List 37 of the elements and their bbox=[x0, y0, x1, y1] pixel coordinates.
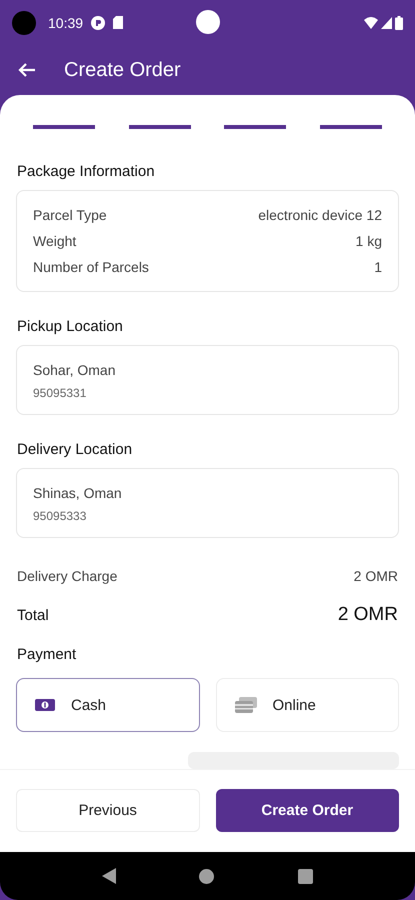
field-label: Weight bbox=[33, 233, 76, 249]
status-time: 10:39 bbox=[48, 14, 84, 30]
charge-label: Delivery Charge bbox=[17, 568, 118, 584]
banknote-icon bbox=[35, 698, 55, 712]
field-label: Number of Parcels bbox=[33, 259, 149, 275]
recents-nav-icon[interactable] bbox=[298, 868, 314, 884]
section-heading: Pickup Location bbox=[16, 318, 124, 335]
camera-cutout bbox=[12, 10, 36, 34]
field-value: 1 bbox=[374, 259, 382, 275]
screen-title: Create Order bbox=[64, 58, 181, 82]
back-nav-icon[interactable] bbox=[102, 868, 116, 884]
phone-number: 95095333 bbox=[33, 509, 88, 523]
section-heading: Delivery Location bbox=[16, 441, 134, 458]
field-value: 1 kg bbox=[356, 233, 382, 249]
back-arrow-icon[interactable] bbox=[18, 62, 36, 78]
signal-icon bbox=[381, 16, 392, 28]
section-heading: Package Information bbox=[16, 163, 156, 180]
payment-option[interactable]: Cash bbox=[16, 678, 200, 732]
previous-button[interactable]: Previous bbox=[16, 789, 200, 832]
cards-icon bbox=[234, 697, 256, 713]
section-heading: Payment bbox=[16, 646, 78, 663]
total-label: Total bbox=[17, 606, 49, 624]
total-value: 2 OMR bbox=[338, 604, 398, 626]
create-order-button[interactable]: Create Order bbox=[216, 789, 399, 832]
phone-number: 95095331 bbox=[33, 386, 88, 400]
sim-card-icon bbox=[113, 16, 124, 29]
camera-dot bbox=[196, 10, 220, 34]
address-text: Shinas, Oman bbox=[33, 485, 123, 501]
notification-icon bbox=[91, 16, 106, 30]
wifi-icon bbox=[364, 16, 378, 28]
home-nav-icon[interactable] bbox=[199, 868, 214, 884]
charge-value: 2 OMR bbox=[354, 568, 398, 584]
payment-option[interactable]: Online bbox=[216, 678, 399, 732]
battery-icon bbox=[395, 16, 403, 30]
address-text: Sohar, Oman bbox=[33, 362, 116, 378]
field-value: electronic device 12 bbox=[258, 207, 382, 223]
field-label: Parcel Type bbox=[33, 207, 107, 223]
